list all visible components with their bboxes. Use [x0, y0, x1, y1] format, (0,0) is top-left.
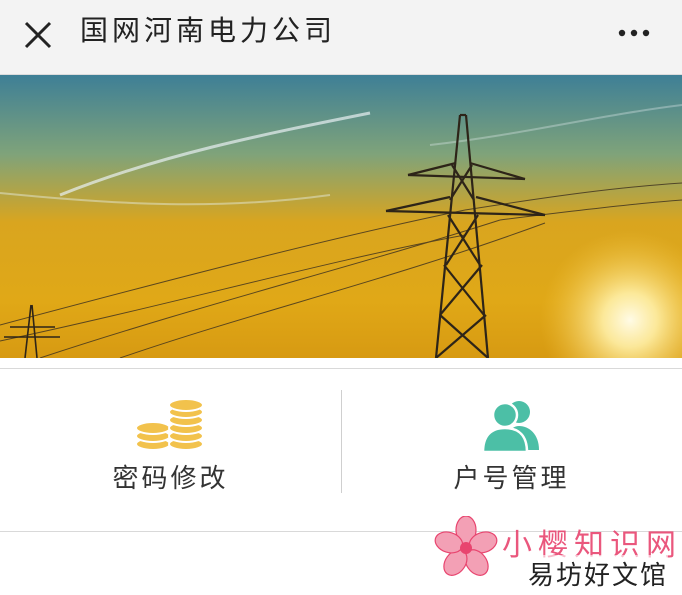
coins-icon-wrap: [134, 398, 205, 456]
menu-item-account-management[interactable]: 户号管理: [341, 370, 682, 531]
more-button[interactable]: [614, 18, 654, 48]
page-title: 国网河南电力公司: [80, 14, 337, 47]
power-tower-sunset-image: [0, 75, 682, 358]
watermark: 小樱知识网 易坊好文馆: [430, 514, 682, 595]
close-icon: [24, 21, 52, 49]
menu-item-label: 密码修改: [112, 464, 229, 494]
menu-item-password-change[interactable]: 密码修改: [0, 370, 341, 531]
banner-image: [0, 75, 682, 358]
top-bar: 国网河南电力公司: [0, 0, 682, 75]
users-icon: [481, 401, 539, 454]
more-dots-icon: [618, 29, 650, 37]
divider-top: [0, 368, 682, 369]
users-icon-wrap: [481, 398, 543, 456]
menu-item-label: 户号管理: [453, 464, 570, 494]
watermark-subtitle: 易坊好文馆: [528, 555, 669, 592]
menu-vertical-divider: [341, 390, 342, 493]
sakura-flower-icon: [434, 516, 498, 576]
close-button[interactable]: [18, 15, 58, 55]
coins-icon: [134, 398, 204, 451]
